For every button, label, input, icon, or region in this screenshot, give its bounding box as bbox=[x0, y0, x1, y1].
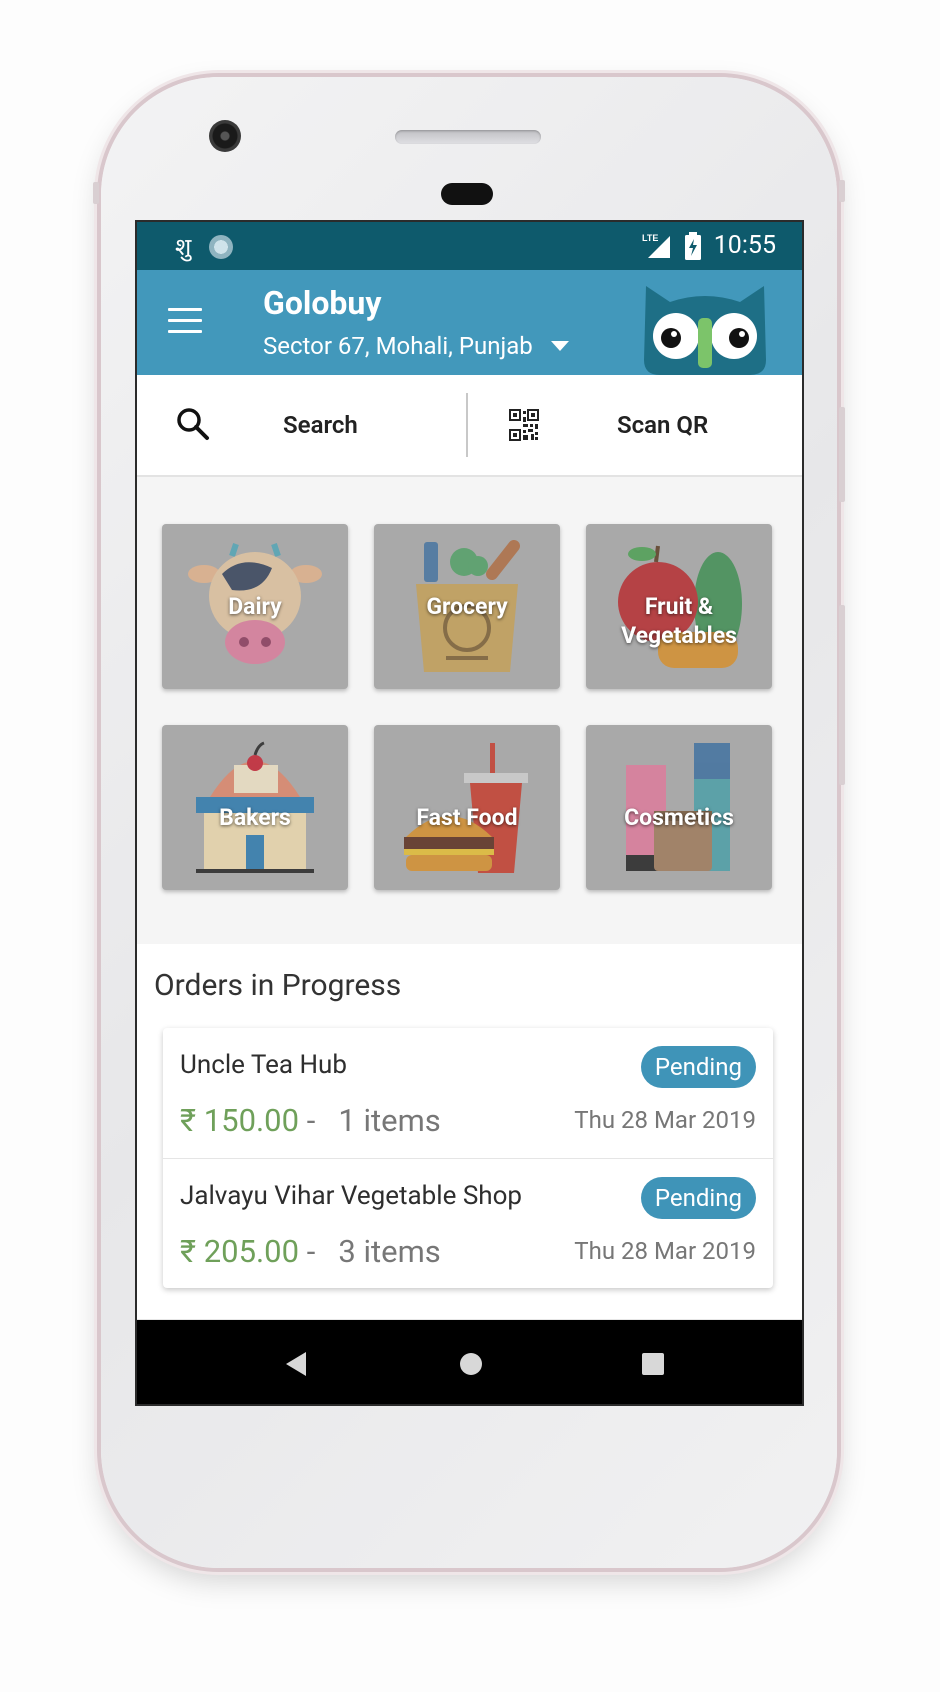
order-item-count: 1 items bbox=[338, 1102, 441, 1139]
hamburger-menu-icon[interactable] bbox=[168, 308, 202, 334]
shop-name: Uncle Tea Hub bbox=[180, 1050, 347, 1080]
svg-text:LTE: LTE bbox=[642, 233, 658, 243]
notification-glyph: शु bbox=[175, 233, 192, 261]
phone-side-button bbox=[93, 182, 99, 204]
search-divider bbox=[466, 393, 468, 457]
front-camera bbox=[209, 120, 241, 152]
category-fast-food[interactable]: Fast Food bbox=[374, 725, 560, 890]
search-label: Search bbox=[283, 411, 358, 439]
system-nav-bar bbox=[137, 1320, 802, 1404]
orders-section: Orders in Progress Uncle Tea Hub Pending… bbox=[137, 944, 802, 1321]
category-grocery[interactable]: Grocery bbox=[374, 524, 560, 689]
order-item-count: 3 items bbox=[338, 1233, 441, 1270]
dropdown-caret-icon bbox=[550, 341, 569, 351]
app-title: Golobuy bbox=[263, 284, 382, 322]
app-bar: Golobuy Sector 67, Mohali, Punjab bbox=[137, 270, 802, 375]
order-price: ₹ 205.00 bbox=[180, 1233, 300, 1270]
category-label: Fruit & Vegetables bbox=[621, 593, 737, 649]
category-cosmetics[interactable]: Cosmetics bbox=[586, 725, 772, 890]
phone-volume-button bbox=[839, 605, 845, 785]
location-label: Sector 67, Mohali, Punjab bbox=[263, 332, 533, 360]
home-icon[interactable] bbox=[451, 1344, 491, 1384]
sync-icon bbox=[209, 234, 234, 259]
category-bakers[interactable]: Bakers bbox=[162, 725, 348, 890]
order-date: Thu 28 Mar 2019 bbox=[574, 1237, 756, 1265]
price-separator: - bbox=[299, 1233, 339, 1270]
scan-qr-button[interactable]: Scan QR bbox=[469, 375, 802, 475]
order-summary: ₹ 150.00 - 1 items bbox=[180, 1102, 441, 1139]
orders-card: Uncle Tea Hub Pending ₹ 150.00 - 1 items… bbox=[163, 1028, 773, 1288]
app-screen: शु LTE 10:55 Golobuy Sector 67, Mohali, … bbox=[135, 220, 804, 1406]
shop-name: Jalvayu Vihar Vegetable Shop bbox=[180, 1181, 523, 1211]
status-bar: शु LTE 10:55 bbox=[137, 222, 802, 270]
price-separator: - bbox=[299, 1102, 339, 1139]
category-fruit-vegetables[interactable]: Fruit & Vegetables bbox=[586, 524, 772, 689]
proximity-sensor bbox=[441, 183, 493, 205]
owl-logo-icon bbox=[644, 286, 766, 375]
order-item[interactable]: Jalvayu Vihar Vegetable Shop Pending ₹ 2… bbox=[163, 1158, 773, 1289]
section-title: Orders in Progress bbox=[154, 968, 402, 1003]
qr-code-icon bbox=[509, 409, 539, 441]
order-summary: ₹ 205.00 - 3 items bbox=[180, 1233, 441, 1270]
back-icon[interactable] bbox=[276, 1344, 316, 1384]
lte-signal-icon: LTE bbox=[642, 233, 670, 258]
category-label: Cosmetics bbox=[624, 804, 734, 831]
status-badge: Pending bbox=[640, 1046, 756, 1088]
search-button[interactable]: Search bbox=[137, 375, 467, 475]
category-label: Grocery bbox=[426, 593, 508, 620]
category-grid: Dairy Grocery Fruit & Vegetables Bakers … bbox=[137, 477, 802, 942]
battery-charging-icon bbox=[684, 231, 701, 260]
order-price: ₹ 150.00 bbox=[180, 1102, 300, 1139]
category-label: Dairy bbox=[228, 593, 282, 620]
order-date: Thu 28 Mar 2019 bbox=[574, 1106, 756, 1134]
search-bar: Search Scan QR bbox=[137, 375, 802, 477]
order-item[interactable]: Uncle Tea Hub Pending ₹ 150.00 - 1 items… bbox=[163, 1028, 773, 1158]
location-selector[interactable]: Sector 67, Mohali, Punjab bbox=[263, 332, 569, 360]
search-icon bbox=[177, 408, 209, 440]
recents-icon[interactable] bbox=[633, 1344, 673, 1384]
phone-power-button bbox=[839, 407, 845, 502]
category-dairy[interactable]: Dairy bbox=[162, 524, 348, 689]
status-badge: Pending bbox=[640, 1177, 756, 1219]
category-label: Bakers bbox=[219, 804, 291, 831]
phone-side-button bbox=[839, 180, 845, 202]
earpiece-speaker bbox=[395, 130, 541, 144]
clock: 10:55 bbox=[713, 231, 776, 260]
category-label: Fast Food bbox=[416, 804, 518, 831]
scan-qr-label: Scan QR bbox=[617, 411, 709, 439]
